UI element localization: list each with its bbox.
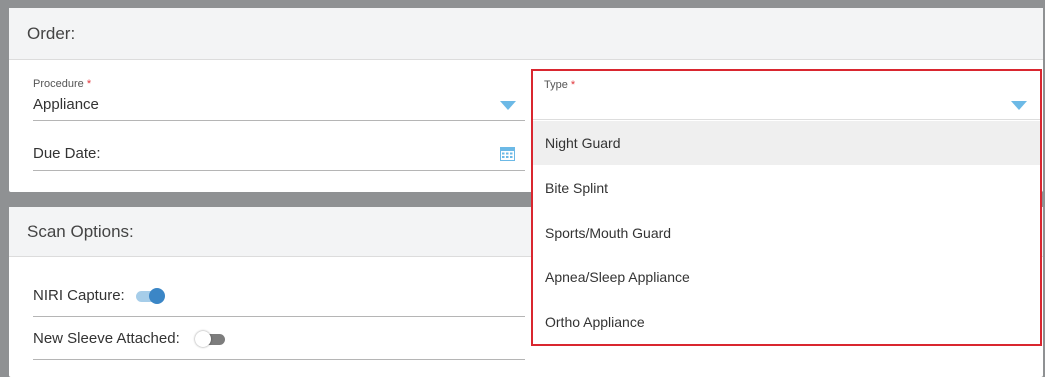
required-mark: * [86,78,92,90]
niri-capture-toggle[interactable] [136,286,166,306]
type-option-night-guard[interactable]: Night Guard [533,121,1040,165]
toggle-knob [195,331,211,347]
procedure-value: Appliance [33,96,99,113]
procedure-label: Procedure * [33,78,91,90]
procedure-label-text: Procedure [33,78,84,90]
new-sleeve-label: New Sleeve Attached: [33,330,180,347]
new-sleeve-underline [33,359,525,360]
procedure-select[interactable]: Appliance [33,92,525,122]
due-date-underline [33,170,525,171]
type-label-text: Type [544,79,568,91]
type-option-bite-splint[interactable]: Bite Splint [533,166,1040,210]
new-sleeve-toggle[interactable] [195,329,227,349]
niri-capture-label: NIRI Capture: [33,287,125,304]
chevron-down-icon[interactable] [1011,101,1027,110]
type-dropdown[interactable]: Type * Night Guard Bite Splint Sports/Mo… [531,69,1042,346]
procedure-underline [33,120,525,121]
type-option-apnea-sleep-appliance[interactable]: Apnea/Sleep Appliance [533,255,1040,299]
type-option-sports-mouth-guard[interactable]: Sports/Mouth Guard [533,211,1040,255]
due-date-field[interactable]: Due Date: [33,140,525,170]
order-panel-title: Order: [9,8,1043,60]
required-mark: * [570,79,576,91]
chevron-down-icon[interactable] [500,101,516,110]
type-option-ortho-appliance[interactable]: Ortho Appliance [533,300,1040,344]
niri-underline [33,316,525,317]
type-field-divider [533,119,1040,120]
toggle-knob [149,288,165,304]
calendar-icon[interactable] [500,147,515,166]
type-label: Type * [544,79,575,91]
due-date-label: Due Date: [33,145,101,162]
